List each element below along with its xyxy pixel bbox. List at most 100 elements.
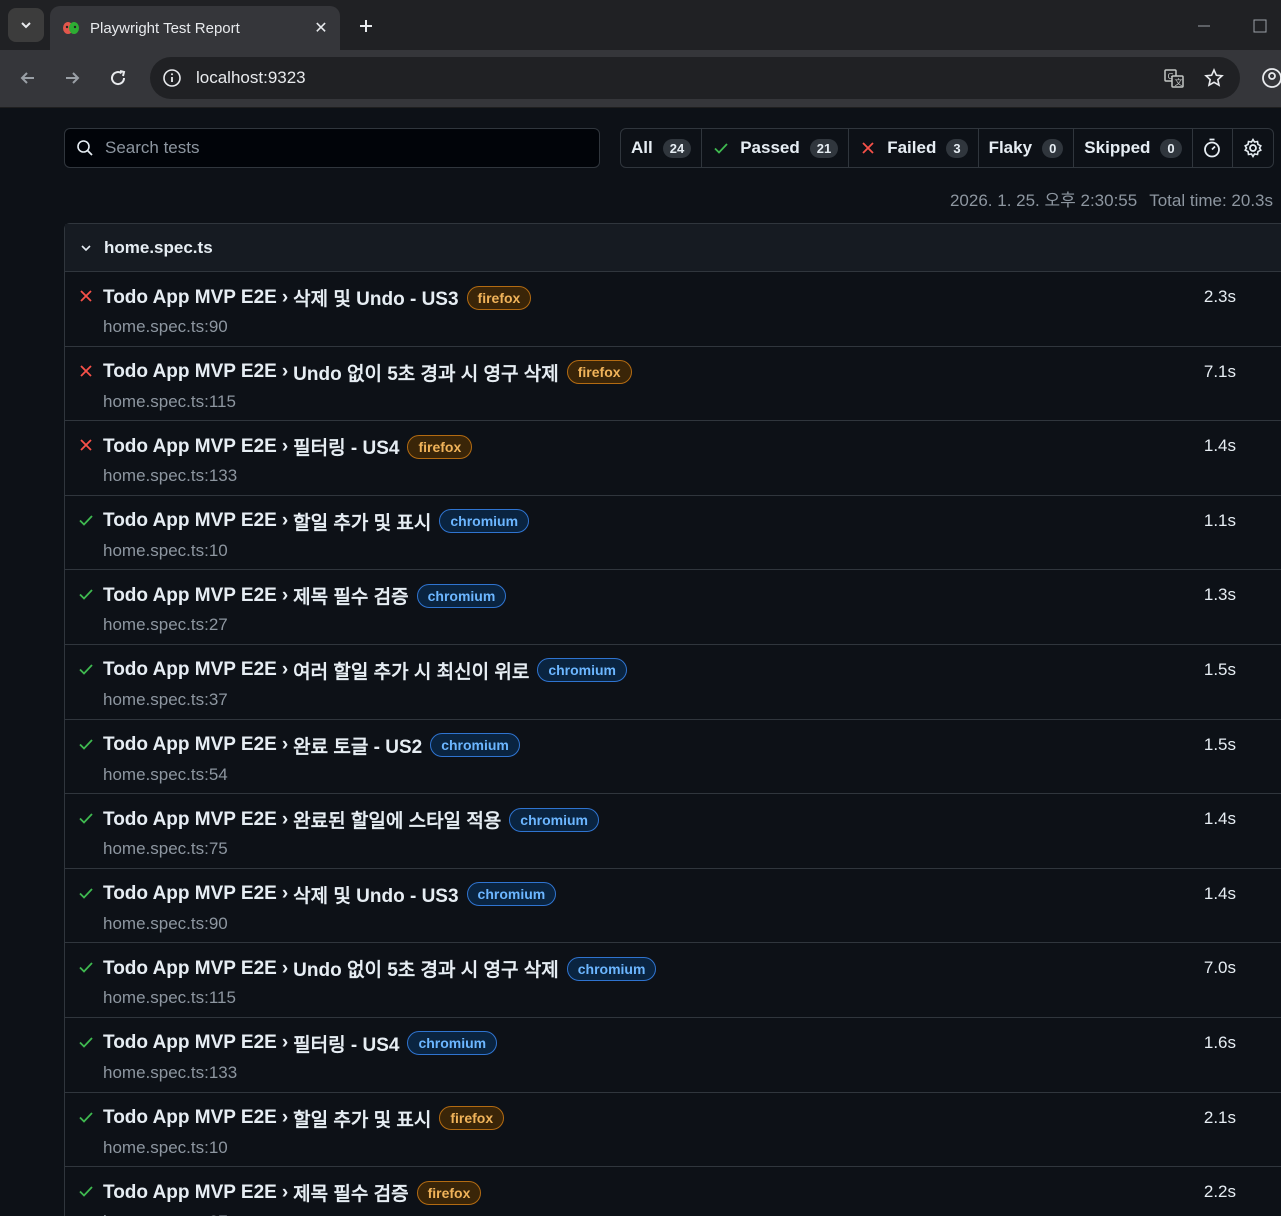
test-name: 완료된 할일에 스타일 적용 bbox=[293, 811, 502, 833]
filter-all[interactable]: All 24 bbox=[621, 129, 703, 167]
test-list: Todo App MVP E2E › 삭제 및 Undo - US3 firefox h… bbox=[65, 272, 1281, 1216]
test-row[interactable]: Todo App MVP E2E › 삭제 및 Undo - US3 chromium… bbox=[65, 869, 1281, 944]
test-location[interactable]: home.spec.ts:75 bbox=[103, 839, 228, 859]
test-row[interactable]: Todo App MVP E2E › 여러 할일 추가 시 최신이 위로 chromi… bbox=[65, 645, 1281, 720]
test-location[interactable]: home.spec.ts:37 bbox=[103, 690, 228, 710]
chevron-right-icon: › bbox=[281, 584, 289, 606]
test-location[interactable]: home.spec.ts:115 bbox=[103, 988, 236, 1008]
settings-button[interactable] bbox=[1233, 129, 1273, 167]
test-title[interactable]: Todo App MVP E2E › 삭제 및 Undo - US3 firefox bbox=[103, 284, 532, 311]
test-location[interactable]: home.spec.ts:90 bbox=[103, 914, 228, 934]
check-icon bbox=[712, 139, 730, 157]
minimize-icon bbox=[1198, 25, 1210, 27]
project-badge[interactable]: firefox bbox=[407, 434, 473, 459]
test-location[interactable]: home.spec.ts:133 bbox=[103, 466, 237, 486]
test-name: 할일 추가 및 표시 bbox=[293, 1109, 432, 1131]
project-badge[interactable]: chromium bbox=[537, 658, 627, 683]
gear-icon bbox=[1243, 137, 1262, 159]
test-title[interactable]: Todo App MVP E2E › Undo 없이 5초 경과 시 영구 삭제 ch… bbox=[103, 955, 657, 982]
maximize-button[interactable] bbox=[1248, 14, 1272, 38]
tab-title: Playwright Test Report bbox=[90, 19, 240, 37]
check-icon bbox=[77, 958, 95, 976]
test-row[interactable]: Todo App MVP E2E › Undo 없이 5초 경과 시 영구 삭제 fi… bbox=[65, 347, 1281, 422]
tab-search-button[interactable] bbox=[8, 8, 44, 42]
project-badge[interactable]: chromium bbox=[566, 956, 657, 981]
file-header[interactable]: home.spec.ts bbox=[65, 224, 1281, 272]
test-row[interactable]: Todo App MVP E2E › 할일 추가 및 표시 chromium home.… bbox=[65, 496, 1281, 571]
test-location[interactable]: home.spec.ts:90 bbox=[103, 317, 228, 337]
test-title[interactable]: Todo App MVP E2E › 제목 필수 검증 chromium bbox=[103, 582, 507, 609]
test-title[interactable]: Todo App MVP E2E › 필터링 - US4 firefox bbox=[103, 433, 473, 460]
back-button[interactable] bbox=[14, 64, 42, 92]
browser-tab[interactable]: Playwright Test Report ✕ bbox=[50, 6, 340, 50]
chevron-down-icon bbox=[21, 22, 31, 29]
project-badge[interactable]: chromium bbox=[439, 509, 530, 534]
search-input[interactable] bbox=[105, 138, 585, 158]
test-duration: 2.3s bbox=[1203, 287, 1236, 306]
url-text[interactable]: localhost:9323 bbox=[196, 68, 1160, 88]
test-title[interactable]: Todo App MVP E2E › 삭제 및 Undo - US3 chromium bbox=[103, 881, 557, 908]
new-tab-button[interactable] bbox=[352, 12, 380, 40]
star-icon[interactable] bbox=[1200, 64, 1228, 92]
project-badge[interactable]: firefox bbox=[416, 1180, 482, 1205]
test-location[interactable]: home.spec.ts:27 bbox=[103, 615, 228, 635]
test-row[interactable]: Todo App MVP E2E › 완료된 할일에 스타일 적용 chromium h… bbox=[65, 794, 1281, 869]
project-badge[interactable]: firefox bbox=[566, 360, 632, 385]
browser-toolbar: localhost:9323 G文 bbox=[0, 50, 1281, 108]
test-row[interactable]: Todo App MVP E2E › 할일 추가 및 표시 firefox home.s… bbox=[65, 1093, 1281, 1168]
test-title[interactable]: Todo App MVP E2E › Undo 없이 5초 경과 시 영구 삭제 fi… bbox=[103, 359, 632, 386]
filter-skipped[interactable]: Skipped 0 bbox=[1074, 129, 1193, 167]
test-location[interactable]: home.spec.ts:10 bbox=[103, 1138, 228, 1158]
address-bar[interactable]: localhost:9323 G文 bbox=[150, 57, 1240, 99]
filter-flaky[interactable]: Flaky 0 bbox=[979, 129, 1075, 167]
test-location[interactable]: home.spec.ts:10 bbox=[103, 541, 228, 561]
test-location[interactable]: home.spec.ts:54 bbox=[103, 765, 228, 785]
test-duration: 7.1s bbox=[1203, 361, 1236, 381]
test-title[interactable]: Todo App MVP E2E › 할일 추가 및 표시 firefox bbox=[103, 1105, 505, 1132]
forward-button[interactable] bbox=[58, 64, 86, 92]
timeline-button[interactable] bbox=[1193, 129, 1233, 167]
test-location[interactable]: home.spec.ts:115 bbox=[103, 392, 236, 412]
check-icon bbox=[77, 1182, 95, 1200]
filter-label: Skipped bbox=[1084, 138, 1151, 157]
test-row[interactable]: Todo App MVP E2E›제목 필수 검증 firefox home.spe… bbox=[65, 1167, 1281, 1216]
project-badge[interactable]: chromium bbox=[509, 807, 599, 832]
translate-icon[interactable]: G文 bbox=[1160, 64, 1188, 92]
project-badge[interactable]: chromium bbox=[430, 733, 520, 758]
test-title[interactable]: Todo App MVP E2E › 필터링 - US4 chromium bbox=[103, 1030, 498, 1057]
test-row[interactable]: Todo App MVP E2E › 제목 필수 검증 chromium home.sp… bbox=[65, 570, 1281, 645]
test-location[interactable]: home.spec.ts:27 bbox=[103, 1212, 228, 1216]
search-box[interactable] bbox=[64, 128, 600, 168]
filter-passed[interactable]: Passed 21 bbox=[702, 129, 850, 167]
test-describe: Todo App MVP E2E bbox=[103, 734, 277, 756]
test-describe: Todo App MVP E2E bbox=[103, 286, 277, 308]
file-name: home.spec.ts bbox=[104, 237, 213, 257]
browser-tabstrip: Playwright Test Report ✕ bbox=[0, 0, 1281, 50]
close-icon[interactable]: ✕ bbox=[310, 17, 332, 39]
project-badge[interactable]: chromium bbox=[466, 882, 557, 907]
reload-button[interactable] bbox=[104, 64, 132, 92]
test-title[interactable]: Todo App MVP E2E › 제목 필수 검증 firefox bbox=[103, 1179, 482, 1206]
minimize-button[interactable] bbox=[1192, 14, 1216, 38]
test-row[interactable]: Todo App MVP E2E › 삭제 및 Undo - US3 firefox h… bbox=[65, 272, 1281, 347]
project-badge[interactable]: firefox bbox=[439, 1106, 505, 1131]
test-title[interactable]: Todo App MVP E2E › 할일 추가 및 표시 chromium bbox=[103, 508, 530, 535]
project-badge[interactable]: chromium bbox=[416, 583, 507, 608]
test-describe: Todo App MVP E2E bbox=[103, 361, 277, 383]
info-icon[interactable] bbox=[158, 64, 186, 92]
filter-label: All bbox=[631, 138, 653, 157]
project-badge[interactable]: chromium bbox=[407, 1031, 498, 1056]
test-row[interactable]: Todo App MVP E2E › 완료 토글 - US2 chromium home… bbox=[65, 720, 1281, 795]
test-title[interactable]: Todo App MVP E2E › 완료 토글 - US2 chromium bbox=[103, 732, 520, 759]
test-title[interactable]: Todo App MVP E2E › 완료된 할일에 스타일 적용 chromium bbox=[103, 806, 599, 833]
test-row[interactable]: Todo App MVP E2E › Undo 없이 5초 경과 시 영구 삭제 ch… bbox=[65, 943, 1281, 1018]
filter-bar: All 24 Passed 21 Failed 3 Flaky 0 Skippe… bbox=[620, 128, 1274, 168]
test-row[interactable]: Todo App MVP E2E › 필터링 - US4 chromium home.s… bbox=[65, 1018, 1281, 1093]
filter-failed[interactable]: Failed 3 bbox=[849, 129, 979, 167]
test-duration: 1.6s bbox=[1203, 1032, 1236, 1052]
profile-button[interactable] bbox=[1258, 64, 1281, 92]
test-location[interactable]: home.spec.ts:133 bbox=[103, 1063, 237, 1083]
test-row[interactable]: Todo App MVP E2E › 필터링 - US4 firefox home.sp… bbox=[65, 421, 1281, 496]
project-badge[interactable]: firefox bbox=[466, 285, 532, 310]
test-title[interactable]: Todo App MVP E2E › 여러 할일 추가 시 최신이 위로 chromi… bbox=[103, 657, 627, 684]
